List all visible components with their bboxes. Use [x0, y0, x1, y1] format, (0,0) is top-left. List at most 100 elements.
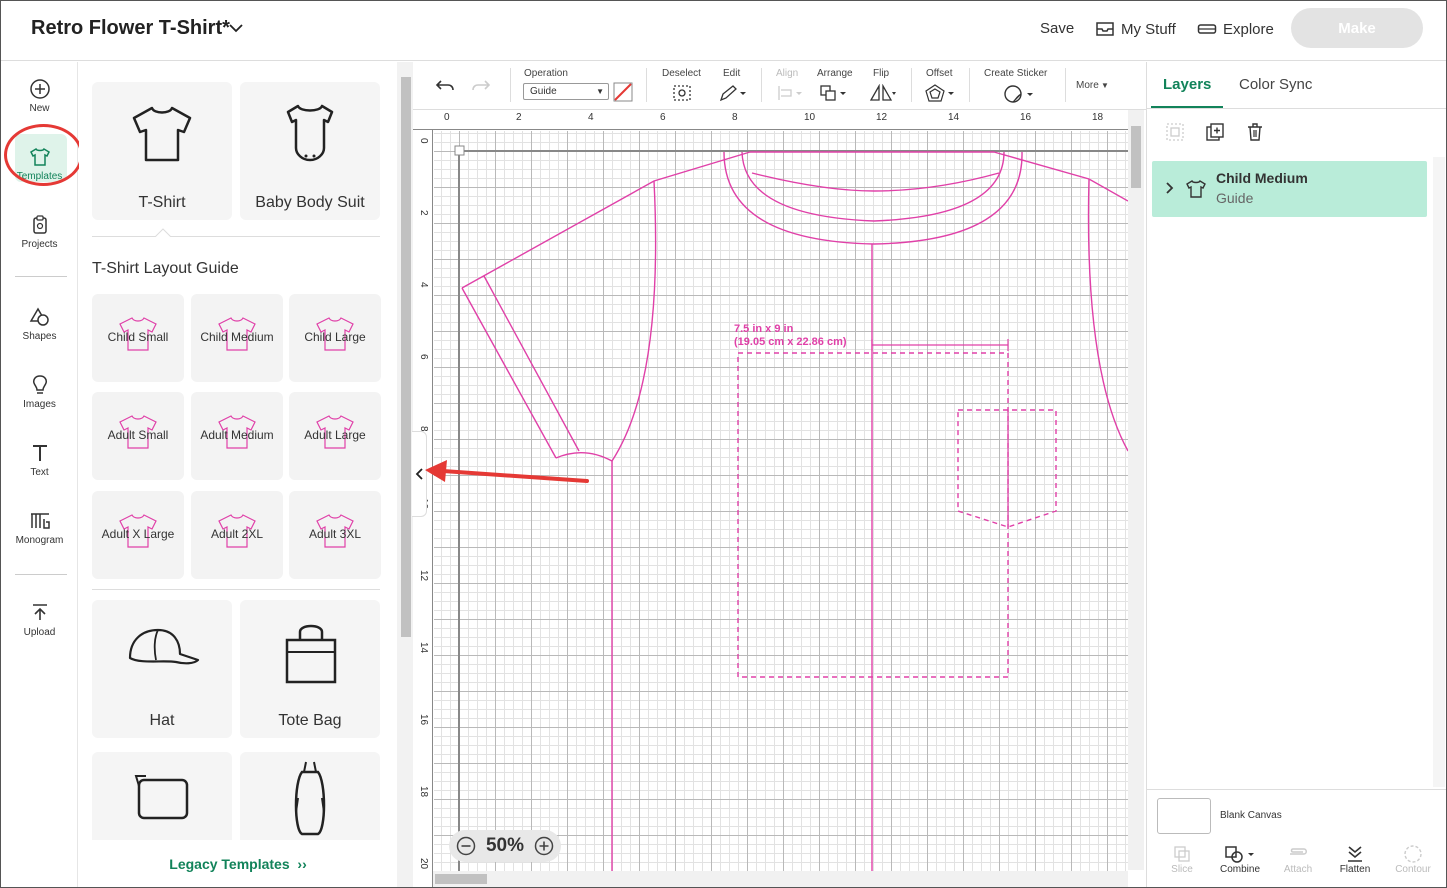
- design-grid[interactable]: 7.5 in x 9 in (19.05 cm x 22.86 cm): [434, 131, 1128, 871]
- tab-divider: [1147, 108, 1446, 109]
- edit-toolbar: Operation Guide ▼ Deselect Edit Align Arr…: [413, 62, 1146, 110]
- canvas-hscroll-thumb[interactable]: [435, 874, 487, 884]
- size-card[interactable]: Adult 3XL: [289, 491, 381, 579]
- nav-text[interactable]: Text: [1, 442, 78, 478]
- slice-label: Slice: [1171, 864, 1193, 875]
- attach-button[interactable]: Attach: [1268, 844, 1328, 875]
- flip-icon[interactable]: [869, 84, 897, 102]
- make-button[interactable]: Make: [1291, 8, 1423, 48]
- double-chevron-right-icon: ››: [293, 856, 307, 872]
- card-label: Hat: [149, 712, 175, 729]
- text-icon: [32, 445, 47, 461]
- template-card-hat[interactable]: Hat: [92, 600, 232, 738]
- size-label: Adult Medium: [200, 428, 274, 442]
- ruler-tick-label: 20: [418, 858, 429, 870]
- nav-monogram[interactable]: Monogram: [1, 510, 78, 546]
- combine-button[interactable]: Combine: [1210, 844, 1270, 875]
- canvas-vscroll-thumb[interactable]: [1131, 126, 1141, 188]
- tshirt-icon: [132, 106, 192, 162]
- trash-icon[interactable]: [1245, 122, 1265, 142]
- offset-icon[interactable]: [925, 84, 955, 102]
- contour-button[interactable]: Contour: [1383, 844, 1443, 875]
- nav-upload[interactable]: Upload: [1, 602, 78, 638]
- size-card[interactable]: Adult Medium: [191, 392, 283, 480]
- legacy-label: Legacy Templates: [169, 856, 290, 872]
- ruler-tick-label: 12: [418, 570, 429, 582]
- tshirt-guide-drawing[interactable]: [434, 131, 1128, 871]
- undo-icon[interactable]: [435, 78, 455, 94]
- template-card-baby-body-suit[interactable]: Baby Body Suit: [240, 82, 380, 220]
- sticker-icon[interactable]: [1003, 84, 1035, 104]
- nav-divider: [15, 574, 67, 575]
- size-card[interactable]: Child Medium: [191, 294, 283, 382]
- caret-up-icon: [155, 228, 171, 237]
- layer-row[interactable]: Child Medium Guide: [1152, 161, 1427, 217]
- blank-canvas-label: Blank Canvas: [1220, 810, 1282, 821]
- template-card-tote-bag[interactable]: Tote Bag: [240, 600, 380, 738]
- nav-new-label: New: [29, 103, 50, 114]
- blank-canvas-swatch[interactable]: [1157, 798, 1211, 834]
- ruler-tick-label: 4: [418, 282, 429, 288]
- my-stuff-button[interactable]: My Stuff: [1095, 18, 1176, 40]
- contour-icon: [1404, 845, 1422, 863]
- nav-monogram-label: Monogram: [15, 535, 64, 546]
- tab-layers[interactable]: Layers: [1163, 76, 1211, 93]
- templates-scroll-thumb[interactable]: [401, 77, 411, 637]
- size-card[interactable]: Adult 2XL: [191, 491, 283, 579]
- explore-button[interactable]: Explore: [1197, 18, 1274, 40]
- deselect-icon[interactable]: [672, 84, 692, 102]
- template-card-tshirt[interactable]: T-Shirt: [92, 82, 232, 220]
- pen-icon[interactable]: [719, 84, 747, 102]
- nav-images-label: Images: [23, 399, 56, 410]
- nav-text-label: Text: [30, 467, 49, 478]
- duplicate-icon[interactable]: [1205, 122, 1225, 142]
- monogram-icon: [30, 513, 50, 529]
- flatten-button[interactable]: Flatten: [1325, 844, 1385, 875]
- legacy-templates-link[interactable]: Legacy Templates ››: [79, 856, 397, 872]
- slice-button[interactable]: Slice: [1152, 844, 1212, 875]
- pouch-icon: [134, 775, 189, 820]
- chevron-down-icon[interactable]: [227, 19, 245, 37]
- offset-label: Offset: [926, 68, 953, 79]
- size-card[interactable]: Adult Large: [289, 392, 381, 480]
- nav-projects[interactable]: Projects: [1, 214, 78, 250]
- size-card[interactable]: Child Large: [289, 294, 381, 382]
- ruler-tick-label: 10: [804, 112, 816, 123]
- nav-images[interactable]: Images: [1, 374, 78, 410]
- zoom-out-icon[interactable]: [456, 836, 476, 856]
- machine-icon: [1197, 24, 1217, 34]
- project-title[interactable]: Retro Flower T-Shirt*: [31, 17, 230, 40]
- layers-scrollbar[interactable]: [1433, 157, 1445, 787]
- contour-label: Contour: [1395, 864, 1431, 875]
- more-button[interactable]: More ▼: [1076, 80, 1109, 91]
- ruler-tick-label: 0: [418, 138, 429, 144]
- annotation-circle: [4, 124, 83, 186]
- size-card[interactable]: Adult Small: [92, 392, 184, 480]
- tab-color-sync[interactable]: Color Sync: [1239, 76, 1312, 93]
- size-label: Child Small: [107, 330, 169, 344]
- tote-bag-icon: [285, 624, 337, 684]
- color-swatch-icon[interactable]: [613, 82, 633, 102]
- size-card[interactable]: Child Small: [92, 294, 184, 382]
- nav-new[interactable]: New: [1, 78, 78, 114]
- nav-shapes[interactable]: Shapes: [1, 306, 78, 342]
- create-sticker-label: Create Sticker: [984, 68, 1048, 79]
- toolbar-divider: [510, 68, 511, 102]
- zoom-in-icon[interactable]: [534, 836, 554, 856]
- upload-icon: [32, 604, 47, 620]
- redo-icon[interactable]: [471, 78, 491, 94]
- size-card[interactable]: Adult X Large: [92, 491, 184, 579]
- arrange-icon[interactable]: [819, 84, 847, 102]
- save-button[interactable]: Save: [1040, 20, 1074, 37]
- operation-select[interactable]: Guide ▼: [523, 83, 609, 100]
- deselect-label: Deselect: [662, 68, 701, 79]
- canvas-vertical-scrollbar[interactable]: [1128, 110, 1144, 870]
- divider: [92, 589, 380, 590]
- chevron-right-icon[interactable]: [1164, 181, 1174, 195]
- toolbar-divider: [761, 68, 762, 102]
- ruler-horizontal: 0 2 4 6 8 10 12 14 16 18: [413, 110, 1128, 130]
- caret-down-icon: ▼: [1098, 81, 1109, 90]
- size-label: Adult Small: [107, 428, 169, 442]
- ruler-tick-label: 0: [444, 112, 450, 123]
- canvas-horizontal-scrollbar[interactable]: [433, 871, 1128, 887]
